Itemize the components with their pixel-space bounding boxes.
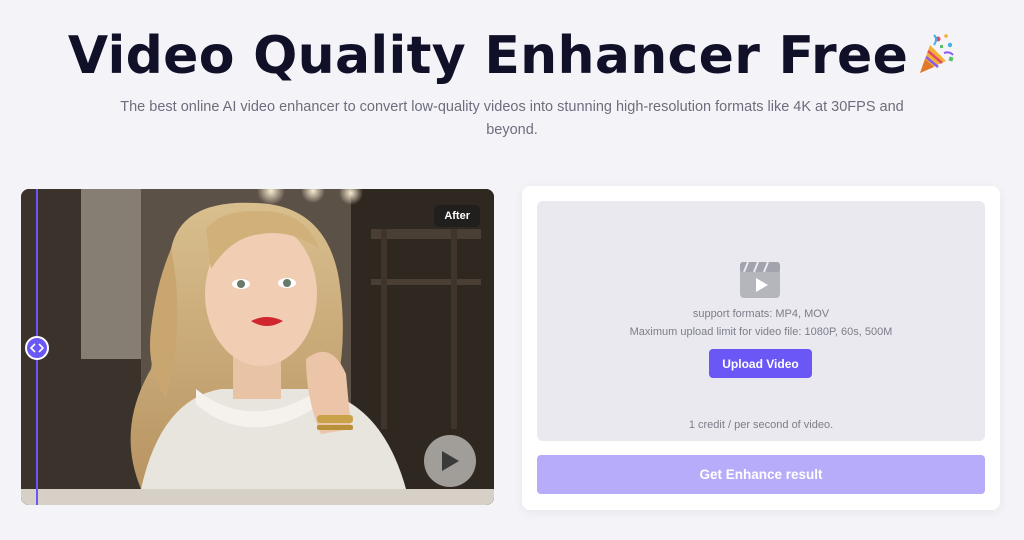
- credit-note: 1 credit / per second of video.: [688, 419, 834, 431]
- get-enhance-result-button[interactable]: Get Enhance result: [537, 455, 985, 494]
- video-clapper-icon: [740, 261, 780, 298]
- supported-formats: support formats: MP4, MOV: [692, 308, 830, 320]
- chevrons-left-right-icon: [30, 343, 44, 353]
- page-title: Video Quality Enhancer Free: [67, 26, 909, 86]
- upload-limit: Maximum upload limit for video file: 108…: [629, 326, 893, 338]
- upload-panel: support formats: MP4, MOV Maximum upload…: [522, 186, 1000, 510]
- play-icon: [442, 451, 459, 471]
- upload-dropzone[interactable]: support formats: MP4, MOV Maximum upload…: [537, 201, 985, 441]
- compare-slider-handle[interactable]: [25, 336, 49, 360]
- party-popper-icon: [920, 34, 954, 73]
- page: Video Quality Enhancer Free The best onl…: [0, 0, 1024, 540]
- play-button[interactable]: [424, 435, 476, 487]
- page-subtitle: The best online AI video enhancer to con…: [120, 99, 904, 138]
- upload-video-button[interactable]: Upload Video: [709, 349, 812, 378]
- after-badge: After: [434, 205, 480, 227]
- video-preview[interactable]: After: [21, 189, 494, 505]
- title-row: Video Quality Enhancer Free: [0, 26, 1024, 86]
- preview-image: [21, 189, 494, 505]
